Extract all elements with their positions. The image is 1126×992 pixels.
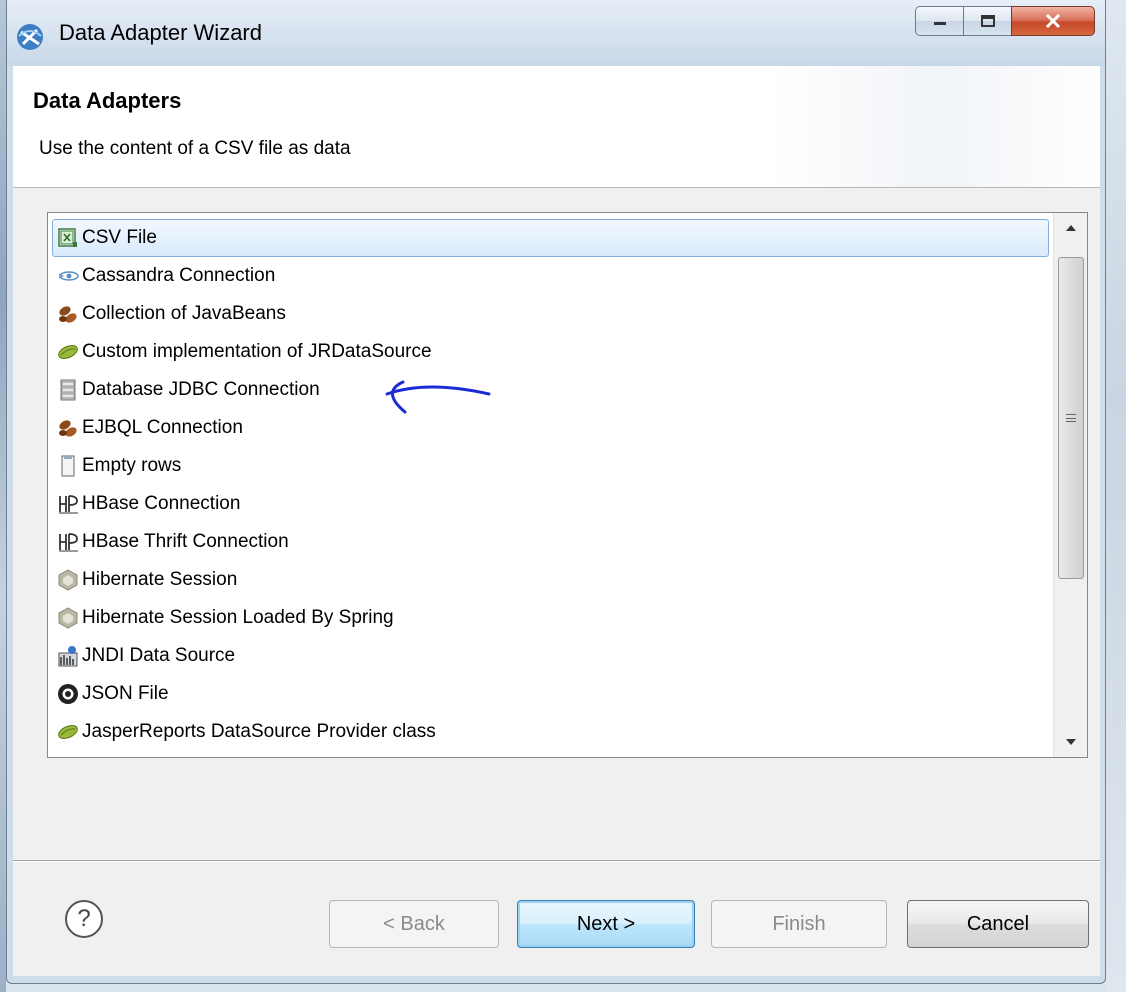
hbase-icon [57, 493, 79, 515]
adapter-list-item[interactable]: CSV File [52, 219, 1049, 257]
adapter-list-items: CSV File Cassandra Connection Collection o… [48, 213, 1053, 757]
adapter-item-label: JasperReports DataSource Provider class [82, 721, 436, 742]
maximize-button[interactable] [963, 6, 1011, 36]
hibernate-icon [57, 569, 79, 591]
adapter-item-label: Collection of JavaBeans [82, 303, 286, 324]
adapter-list-item[interactable]: HBase Thrift Connection [52, 523, 1049, 561]
adapter-item-label: Hibernate Session Loaded By Spring [82, 607, 394, 628]
adapter-item-label: Cassandra Connection [82, 265, 276, 286]
json-icon [57, 683, 79, 705]
page-description: Use the content of a CSV file as data [39, 138, 351, 159]
adapter-item-label: Empty rows [82, 455, 182, 476]
adapter-list-item[interactable]: EJBQL Connection [52, 409, 1049, 447]
adapter-item-label: CSV File [82, 227, 157, 248]
database-icon [57, 379, 79, 401]
adapter-list-item[interactable]: Cassandra Connection [52, 257, 1049, 295]
adapter-item-label: Database JDBC Connection [82, 379, 320, 400]
footer-separator [13, 860, 1100, 862]
annotation-arrow-icon [385, 380, 491, 414]
adapter-item-label: JNDI Data Source [82, 645, 236, 666]
cassandra-eye-icon [57, 265, 79, 287]
window-title: Data Adapter Wizard [59, 20, 262, 45]
adapter-list-item[interactable]: Hibernate Session Loaded By Spring [52, 599, 1049, 637]
adapter-item-label: JSON File [82, 683, 169, 704]
adapter-list-item[interactable]: JSON File [52, 675, 1049, 713]
page-title: Data Adapters [33, 88, 182, 113]
bean-pod-icon [57, 721, 79, 743]
finish-button[interactable]: Finish [711, 900, 887, 948]
cancel-button[interactable]: Cancel [907, 900, 1089, 948]
adapter-list-item[interactable]: Hibernate Session [52, 561, 1049, 599]
adapter-list-item[interactable]: JasperReports DataSource Provider class [52, 713, 1049, 751]
wizard-icon [15, 22, 45, 52]
adapter-list-item[interactable]: Empty rows [52, 447, 1049, 485]
empty-rows-icon [57, 455, 79, 477]
adapter-list[interactable]: CSV File Cassandra Connection Collection o… [47, 212, 1088, 758]
adapter-list-item[interactable]: Collection of JavaBeans [52, 295, 1049, 333]
adapter-item-label: Custom implementation of JRDataSource [82, 341, 432, 362]
bean-pod-icon [57, 341, 79, 363]
adapter-list-item[interactable]: Database JDBC Connection [52, 371, 1049, 409]
arrow-up-icon [1066, 225, 1076, 231]
maximize-icon [980, 15, 995, 27]
adapter-list-item[interactable]: HBase Connection [52, 485, 1049, 523]
hibernate-icon [57, 607, 79, 629]
jndi-icon [57, 645, 79, 667]
java-beans-icon [57, 303, 79, 325]
grip-icon [1066, 414, 1076, 422]
minimize-icon [933, 22, 946, 25]
adapter-item-label: EJBQL Connection [82, 417, 243, 438]
wizard-page: Data Adapters Use the content of a CSV f… [13, 66, 1100, 976]
adapter-item-label: HBase Connection [82, 493, 241, 514]
csv-file-icon [57, 227, 79, 249]
page-header: Data Adapters Use the content of a CSV f… [13, 66, 1100, 188]
adapter-item-label: Hibernate Session [82, 569, 238, 590]
minimize-button[interactable] [915, 6, 963, 36]
scroll-down-button[interactable] [1054, 727, 1088, 757]
desktop-background-right [1106, 0, 1126, 992]
help-button[interactable]: ? [65, 900, 103, 938]
scroll-up-button[interactable] [1054, 213, 1088, 243]
wizard-window: Data Adapter Wizard Data Adapters Use th… [6, 0, 1106, 984]
java-beans-icon [57, 417, 79, 439]
close-icon [1045, 13, 1061, 29]
arrow-down-icon [1066, 739, 1076, 745]
adapter-list-item[interactable]: JNDI Data Source [52, 637, 1049, 675]
scrollbar-thumb[interactable] [1058, 257, 1084, 579]
adapter-list-item[interactable]: Custom implementation of JRDataSource [52, 333, 1049, 371]
window-controls [915, 6, 1095, 36]
close-button[interactable] [1011, 6, 1095, 36]
back-button[interactable]: < Back [329, 900, 499, 948]
title-bar: Data Adapter Wizard [7, 0, 1105, 66]
vertical-scrollbar[interactable] [1053, 213, 1087, 757]
hbase-icon [57, 531, 79, 553]
help-icon: ? [77, 905, 91, 932]
adapter-item-label: HBase Thrift Connection [82, 531, 289, 552]
next-button[interactable]: Next > [517, 900, 695, 948]
